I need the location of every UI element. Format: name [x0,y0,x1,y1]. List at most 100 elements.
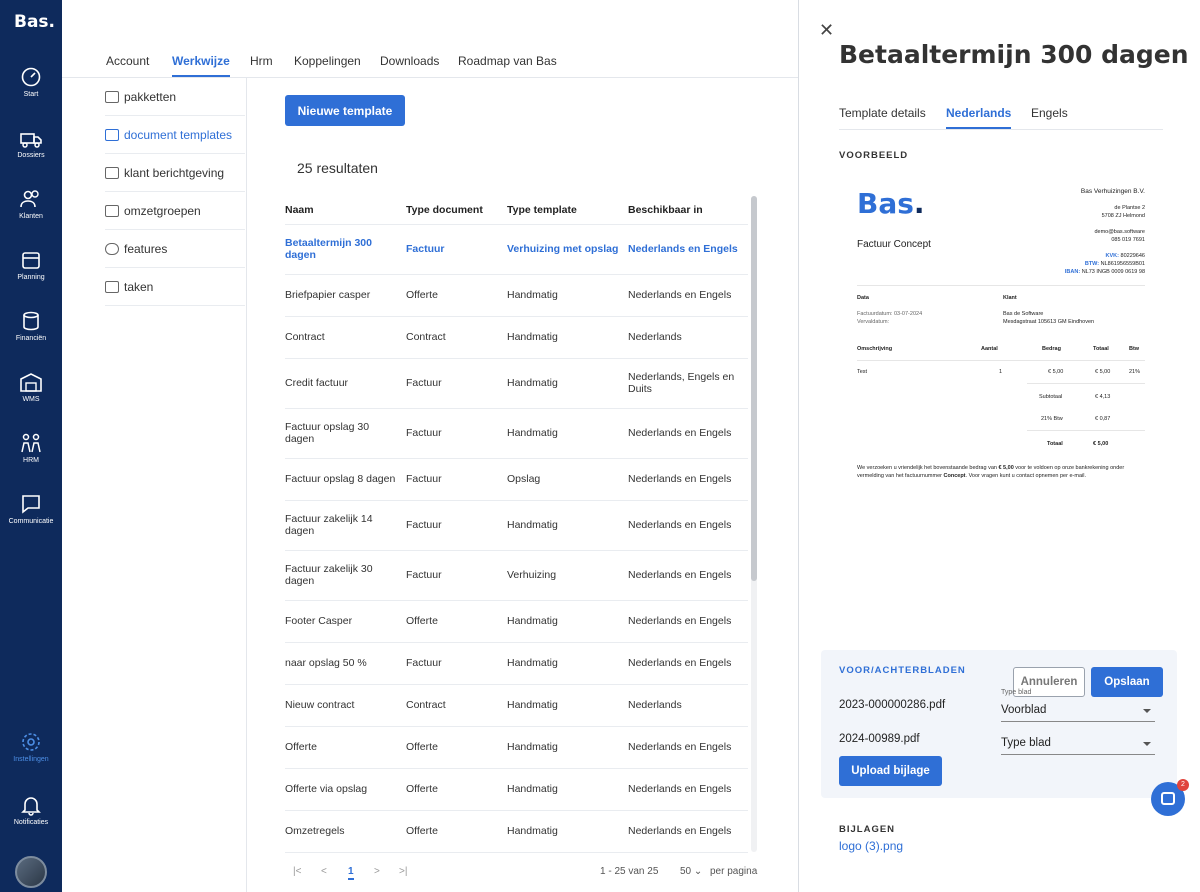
tab-werkwijze[interactable]: Werkwijze [172,54,230,77]
page-range: 1 - 25 van 25 [600,866,659,877]
tab-nederlands[interactable]: Nederlands [946,106,1012,129]
templates-table: Naam Type document Type template Beschik… [285,196,748,853]
col-type-template[interactable]: Type template [507,196,628,225]
table-scrollbar-thumb[interactable] [751,196,757,581]
row-aantal: 1 [999,369,1003,375]
last-page-icon[interactable]: >| [399,866,407,877]
cell-naam: Factuur opslag 8 dagen [285,458,406,501]
cell-type-document: Contract [406,316,507,359]
nav-dossiers[interactable]: Dossiers [0,127,62,183]
table-row[interactable]: Betaaltermijn 300 dagen Factuur Verhuizing… [285,224,748,275]
total-label: Totaal [1047,441,1063,447]
panel-tabs: Template details Nederlands Engels [839,104,1163,130]
company-kvk: KVK: 80229646 [1105,253,1145,259]
main-nav: Bas. Start Dossiers Klanten Planning Fin… [0,0,62,892]
company-phone: 085 019 7691 [1111,237,1145,243]
col-beschikbaar[interactable]: Beschikbaar in [628,196,748,225]
table-row[interactable]: Briefpapier casper Offerte Handmatig Nederl… [285,274,748,317]
klant-address: Mesdagstraat 105613 GM Eindhoven [1003,319,1095,325]
table-row[interactable]: Factuur opslag 30 dagen Factuur Handmatig N… [285,408,748,459]
data-label: Data [857,295,869,301]
bell-icon [21,797,41,816]
cell-naam: Contract [285,316,406,359]
col-type-document[interactable]: Type document [406,196,507,225]
nav-instellingen[interactable]: Instellingen [0,731,62,787]
submenu-item-pakketten[interactable]: pakketten [105,78,245,116]
calendar-icon [22,252,40,269]
cell-type-document: Factuur [406,458,507,501]
nav-start[interactable]: Start [0,66,62,122]
nav-communicatie[interactable]: Communicatie [0,493,62,549]
nav-financien[interactable]: Financiën [0,310,62,366]
tab-roadmap[interactable]: Roadmap van Bas [458,54,557,68]
col-aantal: Aantal [981,346,998,352]
table-row[interactable]: Omzetregels Offerte Handmatig Nederlands en… [285,810,748,853]
submenu-item-klant-berichtgeving[interactable]: klant berichtgeving [105,154,245,192]
next-page-icon[interactable]: > [374,866,380,877]
page-number[interactable]: 1 [348,866,354,880]
cell-beschikbaar: Nederlands en Engels [628,224,748,275]
table-row[interactable]: Factuur zakelijk 30 dagen Factuur Verhuizi… [285,550,748,601]
cell-type-document: Offerte [406,726,507,769]
col-naam[interactable]: Naam [285,196,406,225]
nav-klanten[interactable]: Klanten [0,188,62,244]
table-row[interactable]: Offerte via opslag Offerte Handmatig Nederl… [285,768,748,811]
cell-type-document: Offerte [406,274,507,317]
cell-beschikbaar: Nederlands [628,316,748,359]
attachment-link[interactable]: logo (3).png [839,839,903,853]
submenu-item-taken[interactable]: taken [105,268,245,306]
table-row[interactable]: Factuur zakelijk 14 dagen Factuur Handmati… [285,500,748,551]
table-row[interactable]: Credit factuur Factuur Handmatig Nederlands… [285,358,748,409]
cell-beschikbaar: Nederlands en Engels [628,768,748,811]
submenu-label: pakketten [124,89,177,104]
cell-type-document: Offerte [406,810,507,853]
submenu-item-features[interactable]: features [105,230,245,268]
cell-type-template: Handmatig [507,642,628,685]
company-address-2: 5708 ZJ Helmond [1101,213,1145,219]
tab-template-details[interactable]: Template details [839,106,926,120]
sliders-icon [105,90,119,103]
brand-logo[interactable]: Bas. [14,12,55,32]
select-label: Type blad [1001,689,1032,696]
tab-koppelingen[interactable]: Koppelingen [294,54,361,68]
per-page-select[interactable]: 50 ⌄ [680,866,702,877]
users-icon [20,190,39,208]
save-button[interactable]: Opslaan [1091,667,1163,697]
tab-engels[interactable]: Engels [1031,106,1068,120]
table-row[interactable]: Contract Contract Handmatig Nederlands [285,316,748,359]
select-value: Type blad [1001,737,1051,749]
row-btw: 21% [1129,369,1141,375]
table-row[interactable]: Factuur opslag 8 dagen Factuur Opslag Neder… [285,458,748,501]
type-blad-select[interactable]: Type blad [1001,731,1155,755]
cell-type-template: Handmatig [507,684,628,727]
col-omschrijving: Omschrijving [857,346,893,352]
submenu-item-document-templates[interactable]: document templates [105,116,245,154]
nav-label: Dossiers [17,152,45,159]
new-template-button[interactable]: Nieuwe template [285,95,405,126]
tab-account[interactable]: Account [106,54,149,68]
chat-launcher-button[interactable]: 2 [1151,779,1189,816]
first-page-icon[interactable]: |< [293,866,301,877]
nav-notificaties[interactable]: Notificaties [0,794,62,850]
tab-hrm[interactable]: Hrm [250,54,273,68]
nav-planning[interactable]: Planning [0,249,62,305]
submenu-item-omzetgroepen[interactable]: omzetgroepen [105,192,245,230]
klant-label: Klant [1003,295,1017,301]
people-icon [21,433,41,453]
table-row[interactable]: naar opslag 50 % Factuur Handmatig Nederlan… [285,642,748,685]
tab-downloads[interactable]: Downloads [380,54,439,68]
invoice-preview: Bas. Factuur Concept Bas Verhuizingen B.… [857,185,1145,495]
type-blad-select[interactable]: Type blad Voorblad [1001,689,1155,722]
nav-label: Planning [17,274,45,281]
warehouse-icon [20,373,42,392]
close-icon[interactable]: ✕ [819,20,834,41]
nav-hrm[interactable]: HRM [0,432,62,488]
nav-wms[interactable]: WMS [0,371,62,427]
table-row[interactable]: Footer Casper Offerte Handmatig Nederlands … [285,600,748,643]
row-totaal: € 5,00 [1095,369,1111,375]
avatar[interactable] [15,856,47,888]
prev-page-icon[interactable]: < [321,866,327,877]
table-row[interactable]: Offerte Offerte Handmatig Nederlands en Eng… [285,726,748,769]
table-row[interactable]: Nieuw contract Contract Handmatig Nederland… [285,684,748,727]
upload-attachment-button[interactable]: Upload bijlage [839,756,942,786]
